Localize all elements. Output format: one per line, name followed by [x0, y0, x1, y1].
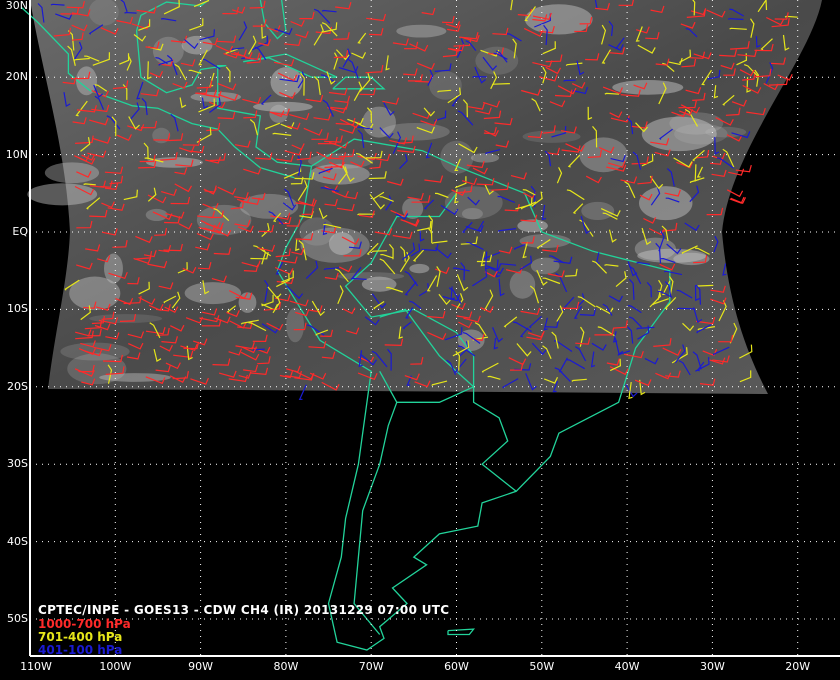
- satellite-wind-map: 30N 20N 10N EQ 10S 20S 30S 40S 50S 110W 100W 90W 80…: [0, 0, 840, 680]
- cloud: [409, 263, 430, 274]
- cloud: [396, 24, 447, 38]
- map-title: CPTEC/INPE - GOES13 - CDW CH4 (IR) 20131…: [38, 603, 450, 617]
- cloud: [470, 153, 500, 163]
- wind-barb: [729, 196, 745, 204]
- lat-label: 50S: [7, 612, 28, 625]
- lat-label: EQ: [12, 225, 28, 238]
- lon-label: 70W: [358, 660, 384, 673]
- lon-label: 90W: [188, 660, 214, 673]
- cloud: [196, 204, 252, 236]
- cloud: [380, 123, 450, 141]
- wind-barb: [676, 307, 695, 310]
- wind-barb: [357, 213, 375, 216]
- cloud: [361, 276, 397, 292]
- lon-label: 20W: [785, 660, 811, 673]
- wind-barb: [472, 75, 487, 78]
- cloud: [104, 253, 123, 284]
- cloud: [612, 80, 684, 95]
- cloud: [530, 257, 560, 275]
- legend-low-level: 1000-700 hPa: [38, 617, 131, 631]
- lon-label: 50W: [529, 660, 555, 673]
- cloud: [429, 71, 462, 100]
- legend-mid-level: 701-400 hPa: [38, 630, 123, 644]
- lon-label: 40W: [614, 660, 640, 673]
- lon-label: 80W: [273, 660, 299, 673]
- map-canvas: [21, 0, 840, 657]
- cloud: [581, 201, 615, 221]
- lat-label: 10N: [5, 147, 28, 161]
- wind-barb: [124, 11, 137, 14]
- cloud: [184, 282, 242, 305]
- cloud: [152, 36, 184, 66]
- satellite-image-swath: [30, 0, 822, 394]
- legend-high-level: 401-100 hPa: [38, 643, 123, 657]
- lon-label: 100W: [99, 660, 132, 673]
- cloud: [238, 292, 257, 313]
- lon-label: 110W: [20, 660, 52, 673]
- cloud: [145, 208, 168, 222]
- lat-label: 20N: [5, 70, 28, 84]
- cloud: [519, 234, 571, 248]
- lon-label: 60W: [444, 660, 469, 673]
- cloud: [509, 270, 536, 299]
- lat-label: 40S: [7, 534, 28, 548]
- lat-label: 30S: [7, 457, 28, 471]
- coastline-falklands: [447, 628, 476, 636]
- coastline-argentina-chile: [353, 402, 398, 635]
- cloud: [639, 186, 693, 221]
- lat-label: 20S: [7, 379, 28, 393]
- lat-label: 10S: [7, 302, 28, 316]
- cloud: [27, 183, 98, 206]
- lon-label: 30W: [699, 660, 725, 673]
- cloud: [634, 237, 677, 261]
- lat-label: 30N: [5, 0, 28, 12]
- cloud: [328, 232, 355, 255]
